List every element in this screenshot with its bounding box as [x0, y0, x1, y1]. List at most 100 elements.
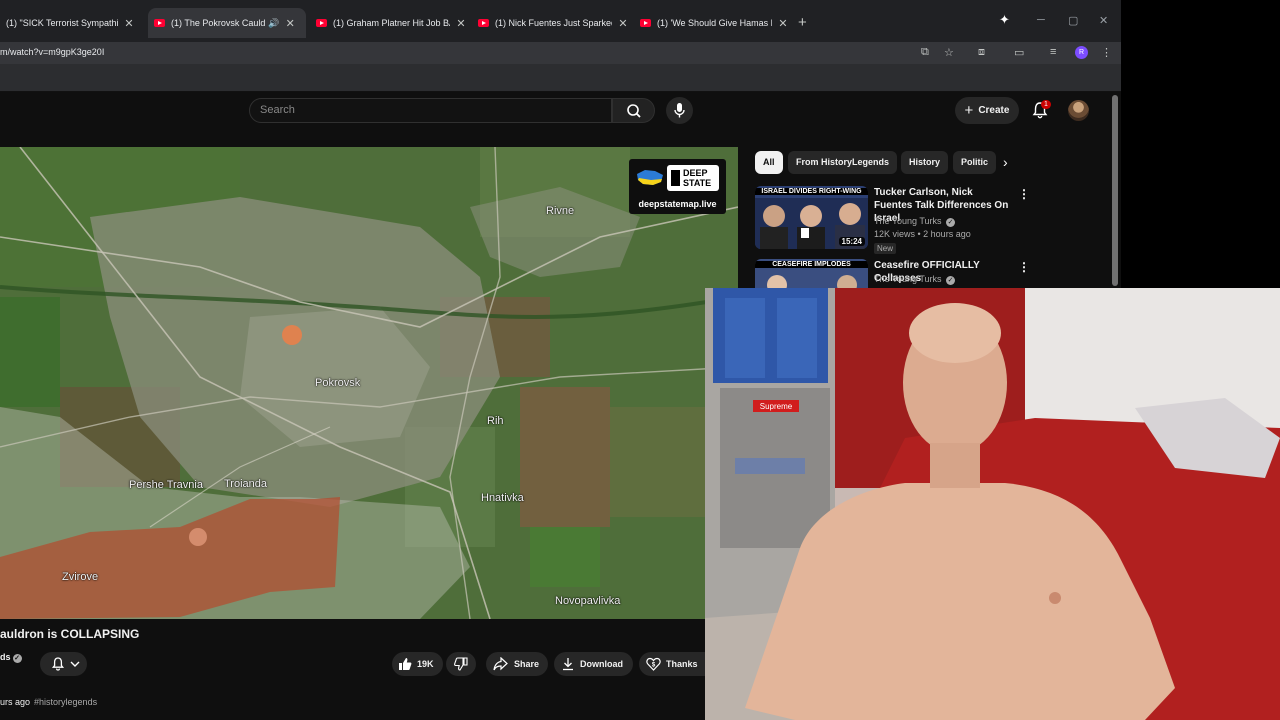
create-button[interactable]: + Create	[955, 97, 1019, 124]
video-thumbnail[interactable]: ISRAEL DIVIDES RIGHT-WING 15:24	[755, 186, 868, 249]
subscription-bell-button[interactable]	[40, 652, 87, 676]
chip-from-historylegends[interactable]: From HistoryLegends	[788, 151, 898, 174]
minimize-icon[interactable]: ─	[1037, 14, 1045, 26]
chip-politics[interactable]: Politic	[953, 151, 996, 174]
youtube-favicon-icon	[154, 19, 165, 27]
more-options-icon[interactable]: ⋮	[1018, 260, 1030, 274]
thanks-label: Thanks	[666, 659, 698, 669]
recommended-views: 12K views • 2 hours ago	[874, 229, 971, 239]
map-label: Zvirove	[62, 571, 99, 583]
hashtag-link[interactable]: #historylegends	[34, 697, 97, 707]
map-label: Pershe Travnia	[129, 479, 203, 491]
maximize-icon[interactable]: ▢	[1068, 14, 1078, 27]
map-label: Hnativka	[481, 492, 524, 504]
webcam-feed: Supreme	[705, 288, 1280, 720]
thumbs-up-icon	[399, 658, 412, 670]
side-panel-icon[interactable]: ▭	[1014, 46, 1024, 59]
download-label: Download	[580, 659, 623, 669]
tab-title: (1) Graham Platner Hit Job BAC	[333, 18, 450, 28]
like-count: 19K	[417, 659, 434, 669]
video-description-meta[interactable]: urs ago #historylegends	[0, 697, 97, 707]
map-label: Pokrovsk	[315, 377, 361, 389]
close-icon[interactable]: ✕	[285, 17, 295, 30]
profile-avatar[interactable]: R	[1075, 46, 1088, 59]
map-label: Rih	[487, 415, 504, 427]
webcam-overlay: Supreme	[705, 288, 1280, 720]
bell-icon	[51, 657, 65, 671]
speaker-icon[interactable]: 🔊	[268, 18, 279, 29]
install-app-icon[interactable]: ⧉	[921, 46, 929, 59]
share-icon	[493, 657, 508, 671]
thanks-button[interactable]: $ Thanks	[639, 652, 705, 676]
account-avatar[interactable]	[1068, 100, 1089, 121]
search-button[interactable]	[612, 98, 655, 123]
browser-tab[interactable]: (1) Nick Fuentes Just Sparked a ✕	[472, 8, 632, 38]
chevron-right-icon[interactable]: ›	[1003, 154, 1008, 170]
browser-menu-icon[interactable]: ⋮	[1101, 46, 1112, 59]
tab-title: (1) The Pokrovsk Cauldron is	[171, 18, 266, 28]
like-button[interactable]: 19K	[392, 652, 443, 676]
verified-check-icon: ✓	[12, 654, 22, 663]
address-bar: m/watch?v=m9gpK3ge20I ⧉ ☆ ⧈ ▭ ≡ ⋮	[0, 42, 1121, 64]
verified-check-icon: ✓	[946, 276, 956, 285]
map-label: Rivne	[546, 205, 575, 217]
recommended-video[interactable]: CEASEFIRE IMPLODES Ceasefire OFFICIALLY …	[755, 259, 1035, 288]
browser-tab[interactable]: (1) 'We Should Give Hamas NU ✕	[634, 8, 792, 38]
url-field[interactable]: m/watch?v=m9gpK3ge20I	[0, 47, 104, 57]
more-options-icon[interactable]: ⋮	[1018, 187, 1030, 201]
share-button[interactable]: Share	[486, 652, 548, 676]
deepstate-line2: STATE	[683, 178, 712, 188]
deepstate-logo: DEEP STATE	[667, 165, 719, 191]
media-control-icon[interactable]: ≡	[1050, 46, 1056, 58]
close-icon[interactable]: ✕	[124, 17, 134, 30]
youtube-favicon-icon	[640, 19, 651, 27]
deepstate-url: deepstatemap.live	[638, 199, 717, 209]
close-icon[interactable]: ✕	[778, 17, 788, 30]
sparkle-icon[interactable]: ✦	[999, 12, 1010, 28]
chevron-down-icon	[70, 661, 80, 667]
video-thumbnail[interactable]: CEASEFIRE IMPLODES	[755, 259, 868, 288]
tab-title: (1) Nick Fuentes Just Sparked a	[495, 18, 612, 28]
new-tab-button[interactable]: +	[798, 14, 807, 31]
browser-tab-strip: (1) "SICK Terrorist Sympathizer" ✕ (1) T…	[0, 0, 1121, 42]
video-duration: 15:24	[838, 237, 865, 246]
close-icon[interactable]: ✕	[456, 17, 466, 30]
thanks-heart-dollar-icon: $	[646, 657, 661, 671]
browser-tab[interactable]: (1) "SICK Terrorist Sympathizer" ✕	[0, 8, 148, 38]
recommended-channel-name: The Young Turks	[874, 216, 942, 226]
bookmark-star-icon[interactable]: ☆	[944, 46, 954, 59]
chip-history[interactable]: History	[901, 151, 949, 174]
satellite-map	[0, 147, 738, 619]
video-player[interactable]: Rivne Pokrovsk Rih Pershe Travnia Troian…	[0, 147, 738, 619]
share-label: Share	[514, 659, 540, 669]
recommended-channel[interactable]: The Young Turks ✓	[874, 274, 956, 285]
deepstate-logo-mark	[671, 170, 680, 186]
recommended-video[interactable]: ISRAEL DIVIDES RIGHT-WING 15:24 Tucker C…	[755, 186, 1035, 256]
page-scrollbar[interactable]	[1112, 95, 1118, 286]
notification-count-badge: 1	[1041, 100, 1051, 109]
plus-icon: +	[964, 102, 974, 119]
ukraine-map-icon	[637, 170, 663, 185]
recommended-channel[interactable]: The Young Turks ✓	[874, 216, 956, 227]
voice-search-button[interactable]	[666, 97, 693, 124]
browser-tab-active[interactable]: (1) The Pokrovsk Cauldron is 🔊 ✕	[148, 8, 306, 38]
search-icon	[627, 104, 641, 118]
chip-all[interactable]: All	[755, 151, 783, 174]
map-label: Troianda	[224, 478, 268, 490]
youtube-favicon-icon	[316, 19, 327, 27]
download-icon	[563, 658, 573, 671]
window-close-icon[interactable]: ✕	[1099, 14, 1108, 27]
close-icon[interactable]: ✕	[618, 17, 628, 30]
dislike-button[interactable]	[446, 652, 476, 676]
thumbs-down-icon	[454, 657, 468, 671]
video-title: auldron is COLLAPSING	[0, 627, 140, 641]
channel-name[interactable]: ds ✓	[0, 652, 22, 663]
upload-age: urs ago	[0, 697, 31, 707]
search-input[interactable]: Search	[249, 98, 612, 123]
browser-tab[interactable]: (1) Graham Platner Hit Job BAC ✕	[310, 8, 470, 38]
extensions-icon[interactable]: ⧈	[978, 46, 985, 59]
download-button[interactable]: Download	[554, 652, 633, 676]
microphone-icon	[674, 103, 685, 118]
youtube-favicon-icon	[478, 19, 489, 27]
new-badge: New	[874, 243, 897, 254]
